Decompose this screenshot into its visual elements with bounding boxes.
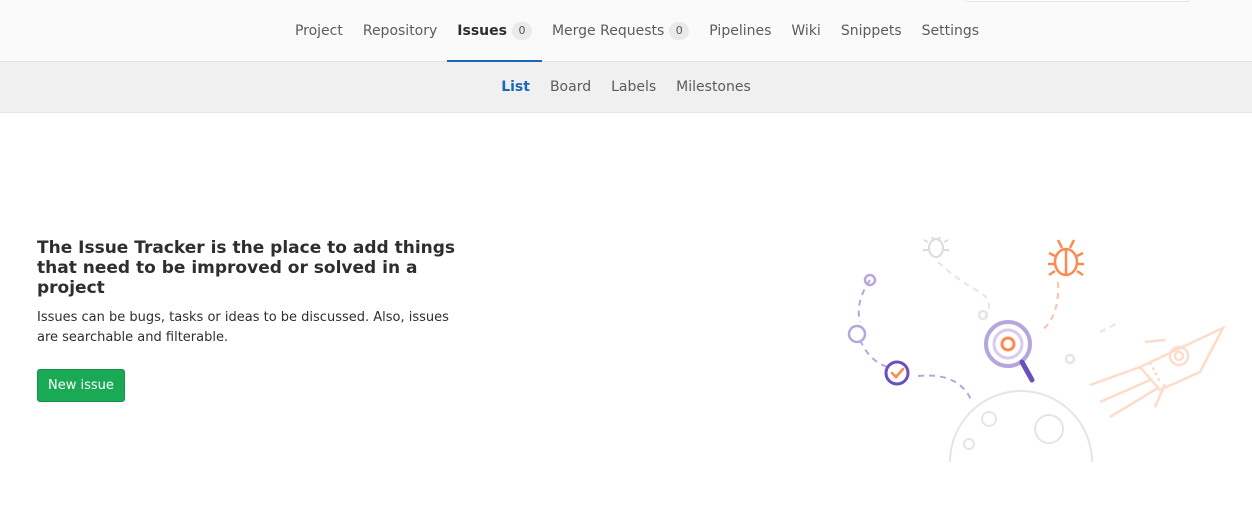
- tab-label: Pipelines: [709, 23, 772, 39]
- tab-snippets[interactable]: Snippets: [831, 0, 912, 62]
- faded-bug-icon: [923, 236, 949, 258]
- tab-settings[interactable]: Settings: [912, 0, 989, 62]
- subnav-list[interactable]: List: [491, 79, 540, 95]
- tab-label: Issues: [457, 23, 507, 39]
- project-nav-tabs: Project Repository Issues 0 Merge Reques…: [0, 0, 1252, 62]
- new-issue-button[interactable]: New issue: [37, 369, 125, 402]
- merge-requests-count-badge: 0: [669, 22, 690, 40]
- top-nav-bar: Project Repository Issues 0 Merge Reques…: [0, 0, 1252, 62]
- bug-icon: [1048, 239, 1084, 277]
- rocket-icon: [1089, 325, 1226, 419]
- tab-repository[interactable]: Repository: [353, 0, 447, 62]
- tab-merge-requests[interactable]: Merge Requests 0: [542, 0, 699, 62]
- tab-label: Wiki: [791, 23, 821, 39]
- tab-label: Repository: [362, 23, 438, 39]
- check-icon: [884, 360, 910, 386]
- subnav-board[interactable]: Board: [540, 79, 601, 95]
- issues-empty-state: The Issue Tracker is the place to add th…: [37, 238, 457, 402]
- subnav-labels[interactable]: Labels: [601, 79, 666, 95]
- issues-sub-nav: List Board Labels Milestones: [0, 62, 1252, 113]
- tab-label: Merge Requests: [551, 23, 665, 39]
- tab-project[interactable]: Project: [285, 0, 353, 62]
- tab-wiki[interactable]: Wiki: [781, 0, 830, 62]
- magnifier-icon: [984, 320, 1035, 383]
- empty-state-title: The Issue Tracker is the place to add th…: [37, 238, 456, 298]
- tab-label: Project: [294, 23, 343, 39]
- planet-icon: [949, 390, 1093, 463]
- empty-state-text: Issues can be bugs, tasks or ideas to be…: [37, 310, 449, 345]
- issues-count-badge: 0: [511, 22, 532, 40]
- tab-label: Snippets: [840, 23, 902, 39]
- node-circles: [847, 273, 1076, 365]
- tab-label: Settings: [921, 23, 980, 39]
- tab-issues[interactable]: Issues 0: [447, 0, 542, 62]
- issues-illustration: [847, 236, 1226, 463]
- subnav-milestones[interactable]: Milestones: [666, 79, 761, 95]
- tab-pipelines[interactable]: Pipelines: [699, 0, 781, 62]
